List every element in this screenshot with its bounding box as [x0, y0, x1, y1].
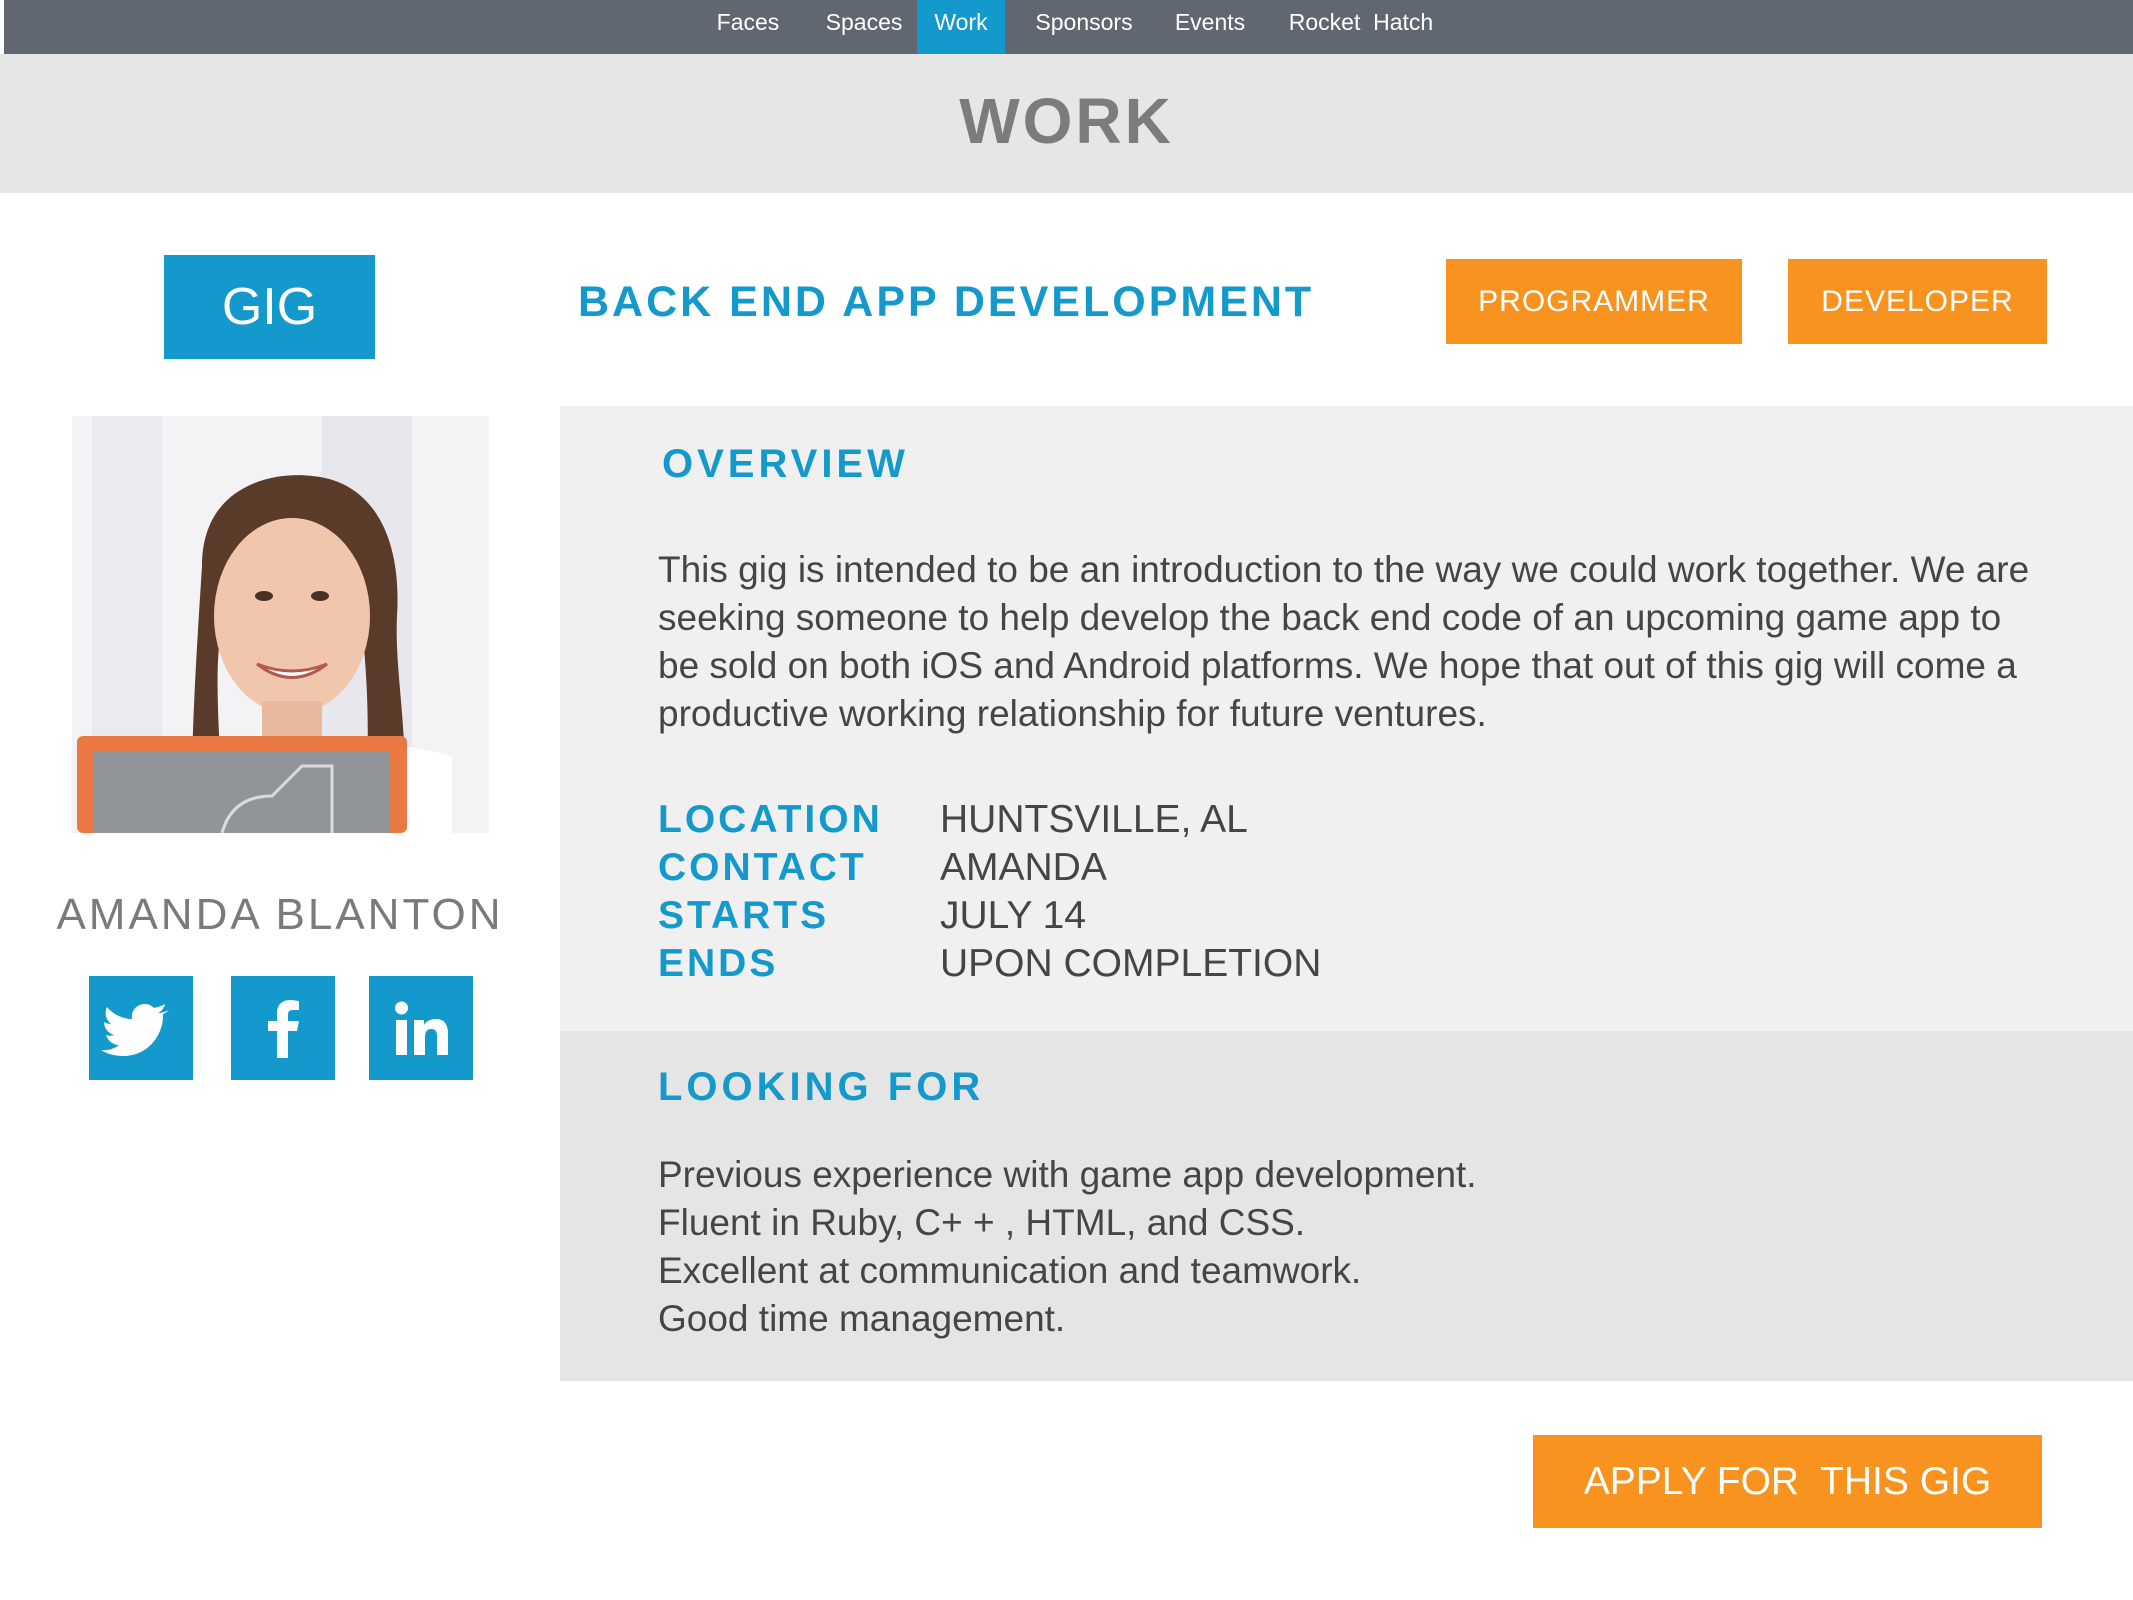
facebook-button[interactable]: [231, 976, 335, 1080]
looking-for-heading: LOOKING FOR: [658, 1065, 985, 1109]
looking-for-panel: LOOKING FOR Previous experience with gam…: [560, 1031, 2133, 1381]
profile-photo: [72, 416, 489, 833]
page: Faces Spaces Work Sponsors Events Rocket…: [0, 0, 2133, 1600]
nav-item-sponsors[interactable]: Sponsors: [1024, 0, 1144, 54]
detail-value-ends: UPON COMPLETION: [940, 942, 1322, 985]
twitter-button[interactable]: [89, 976, 193, 1080]
top-nav: Faces Spaces Work Sponsors Events Rocket…: [4, 0, 2133, 54]
detail-value-contact: AMANDA: [940, 846, 1107, 889]
detail-label-contact: CONTACT: [658, 846, 867, 889]
details-values: HUNTSVILLE, AL AMANDA JULY 14 UPON COMPL…: [940, 796, 1321, 988]
nav-item-events[interactable]: Events: [1164, 0, 1256, 54]
profile-photo-illustration: [72, 416, 489, 833]
overview-text: This gig is intended to be an introducti…: [658, 549, 2030, 734]
nav-item-rocket-hatch[interactable]: Rocket Hatch: [1278, 0, 1444, 54]
detail-value-starts: JULY 14: [940, 894, 1086, 937]
nav-item-work[interactable]: Work: [917, 0, 1005, 54]
nav-item-spaces[interactable]: Spaces: [814, 0, 914, 54]
facebook-icon: [268, 1000, 299, 1058]
detail-label-starts: STARTS: [658, 894, 830, 937]
tag-programmer-button[interactable]: PROGRAMMER: [1446, 259, 1742, 344]
detail-label-location: LOCATION: [658, 798, 883, 841]
nav-item-faces[interactable]: Faces: [702, 0, 794, 54]
gig-title: BACK END APP DEVELOPMENT: [578, 278, 1315, 326]
list-item: Fluent in Ruby, C+ + , HTML, and CSS.: [658, 1202, 1306, 1243]
list-item: Good time management.: [658, 1298, 1066, 1339]
gig-badge: GIG: [164, 255, 375, 359]
detail-value-location: HUNTSVILLE, AL: [940, 798, 1248, 841]
linkedin-button[interactable]: [369, 976, 473, 1080]
detail-label-ends: ENDS: [658, 942, 779, 985]
page-title: WORK: [959, 85, 1174, 157]
overview-heading: OVERVIEW: [662, 442, 909, 486]
list-item: Previous experience with game app develo…: [658, 1154, 1477, 1195]
overview-panel: OVERVIEW This gig is intended to be an i…: [560, 406, 2133, 1031]
tag-developer-button[interactable]: DEVELOPER: [1788, 259, 2047, 344]
apply-button[interactable]: APPLY FOR THIS GIG: [1533, 1435, 2042, 1528]
requirements-list: Previous experience with game app develo…: [658, 1151, 1477, 1343]
person-name: AMANDA BLANTON: [56, 890, 504, 939]
linkedin-icon: [395, 1001, 448, 1055]
list-item: Excellent at communication and teamwork.: [658, 1250, 1362, 1291]
details-labels: LOCATION CONTACT STARTS ENDS: [658, 796, 883, 988]
twitter-icon: [101, 1004, 169, 1056]
title-band: WORK: [0, 54, 2133, 193]
